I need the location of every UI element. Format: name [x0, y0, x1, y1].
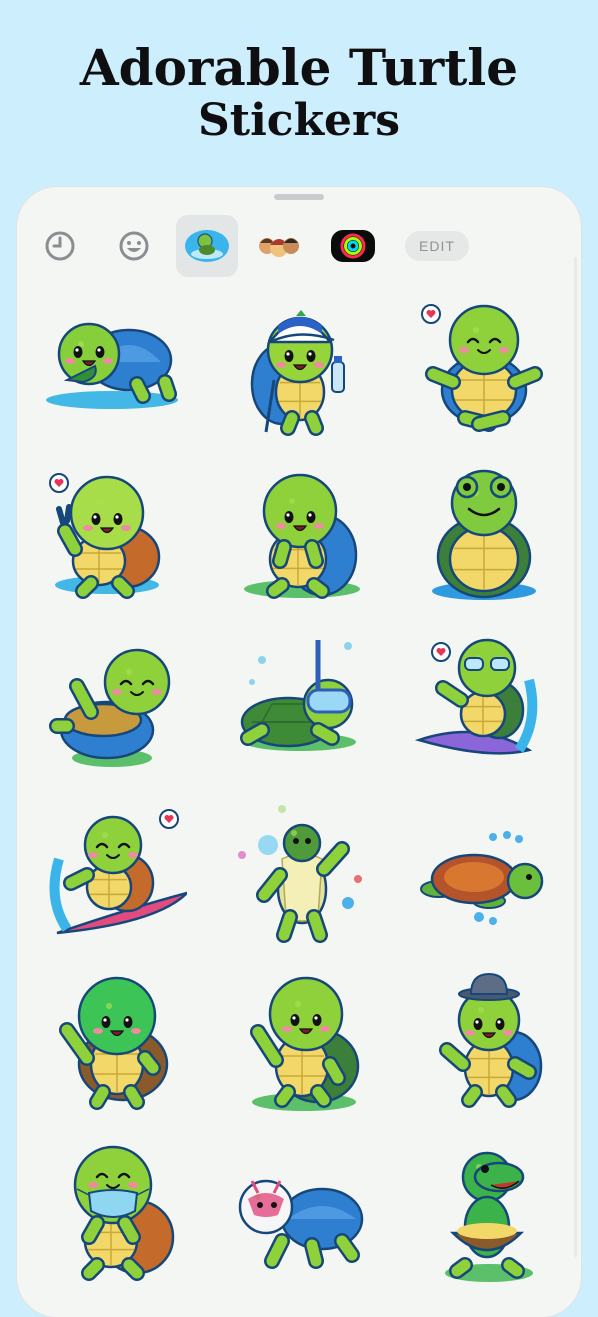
recents-tab[interactable]: [29, 215, 91, 277]
sea-turtle-waving-bubbles-sticker-art: [238, 805, 362, 943]
turtle-eating-leaf-sticker[interactable]: [37, 292, 187, 442]
turtle-surfing-sunglasses-sticker[interactable]: [409, 630, 559, 780]
edit-button[interactable]: EDIT: [405, 231, 469, 261]
turtle-surprised-sticker[interactable]: [222, 461, 372, 611]
turtle-sleeping-in-shell-sticker[interactable]: [37, 630, 187, 780]
turtle-waving-happy-sticker-art: [250, 976, 360, 1111]
sea-turtle-swimming-sticker[interactable]: [409, 799, 559, 949]
clock-icon: [45, 231, 75, 261]
turtle-waving-sticker-art: [59, 976, 169, 1110]
turtle-waving-happy-sticker[interactable]: [222, 968, 372, 1118]
turtle-cap-water-bottle-sticker[interactable]: [222, 292, 372, 442]
turtle-surfing-sunglasses-sticker-art: [414, 638, 538, 755]
turtle-with-bowl-sticker-art: [445, 1151, 533, 1282]
turtle-cap-water-bottle-sticker-art: [250, 310, 345, 436]
turtle-snorkeling-sticker[interactable]: [222, 630, 372, 780]
avatar-pack-icon: [259, 238, 299, 257]
sea-turtle-swimming-sticker-art: [420, 831, 544, 925]
activity-rings-icon: [331, 230, 375, 262]
turtle-snorkeling-sticker-art: [240, 640, 356, 751]
sea-turtle-waving-bubbles-sticker[interactable]: [222, 799, 372, 949]
turtle-meditating-sticker[interactable]: [409, 292, 559, 442]
frog-turtle-smiling-sticker-art: [432, 469, 536, 600]
turtle-surfing-sticker-art: [49, 809, 187, 935]
turtle-bowler-hat-sticker[interactable]: [409, 968, 559, 1118]
turtle-eating-leaf-sticker-art: [46, 322, 178, 409]
turtle-face-mask-sticker-art: [73, 1145, 175, 1281]
activity-tab[interactable]: [322, 215, 384, 277]
sheet-grabber[interactable]: [274, 194, 324, 200]
turtle-waving-sticker[interactable]: [37, 968, 187, 1118]
turtle-pack-tab[interactable]: [176, 215, 238, 277]
turtle-with-bowl-sticker[interactable]: [409, 1137, 559, 1287]
turtle-pack-icon: [185, 230, 229, 262]
frog-turtle-smiling-sticker[interactable]: [409, 461, 559, 611]
turtle-face-mask-sticker[interactable]: [37, 1137, 187, 1287]
emoji-tab[interactable]: [103, 215, 165, 277]
headline: Adorable Turtle Stickers: [0, 38, 598, 146]
memoji-pack-tab[interactable]: [248, 215, 310, 277]
turtle-surfing-sticker[interactable]: [37, 799, 187, 949]
sticker-toolbar: EDIT: [17, 215, 581, 277]
turtle-peace-sign-sticker-art: [49, 473, 161, 599]
turtle-sleeping-in-shell-sticker-art: [49, 648, 171, 767]
turtle-meditating-sticker-art: [421, 304, 543, 432]
scrollbar[interactable]: [574, 257, 577, 1257]
turtle-surprised-sticker-art: [244, 473, 360, 599]
turtle-bowler-hat-sticker-art: [439, 972, 543, 1108]
turtle-luchador-mask-sticker[interactable]: [222, 1137, 372, 1287]
headline-line-2: Stickers: [197, 95, 401, 146]
turtle-peace-sign-sticker[interactable]: [37, 461, 187, 611]
headline-line-1: Adorable Turtle: [79, 38, 519, 97]
turtle-luchador-mask-sticker-art: [238, 1179, 364, 1269]
sticker-keyboard-panel: EDIT: [17, 187, 581, 1317]
smiley-icon: [119, 231, 149, 261]
